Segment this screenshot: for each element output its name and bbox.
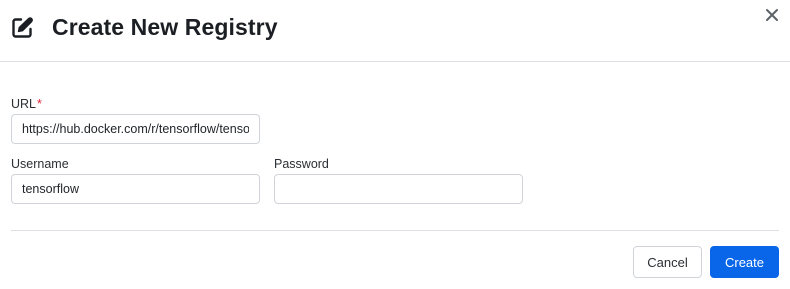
url-label: URL* — [11, 96, 42, 112]
password-input[interactable] — [274, 174, 523, 204]
username-input[interactable] — [11, 174, 260, 204]
edit-icon — [12, 17, 33, 38]
username-label: Username — [11, 157, 69, 171]
dialog-header: Create New Registry — [0, 0, 790, 62]
url-label-text: URL — [11, 97, 37, 111]
close-icon[interactable] — [764, 7, 780, 23]
password-label: Password — [274, 157, 329, 171]
dialog-title: Create New Registry — [52, 14, 278, 40]
url-input[interactable] — [11, 114, 260, 144]
create-registry-dialog: Create New Registry URL* Username Passwo… — [0, 0, 790, 289]
cancel-button[interactable]: Cancel — [633, 246, 702, 278]
create-button[interactable]: Create — [710, 246, 779, 278]
footer-divider — [11, 230, 779, 231]
required-marker: * — [37, 97, 42, 111]
